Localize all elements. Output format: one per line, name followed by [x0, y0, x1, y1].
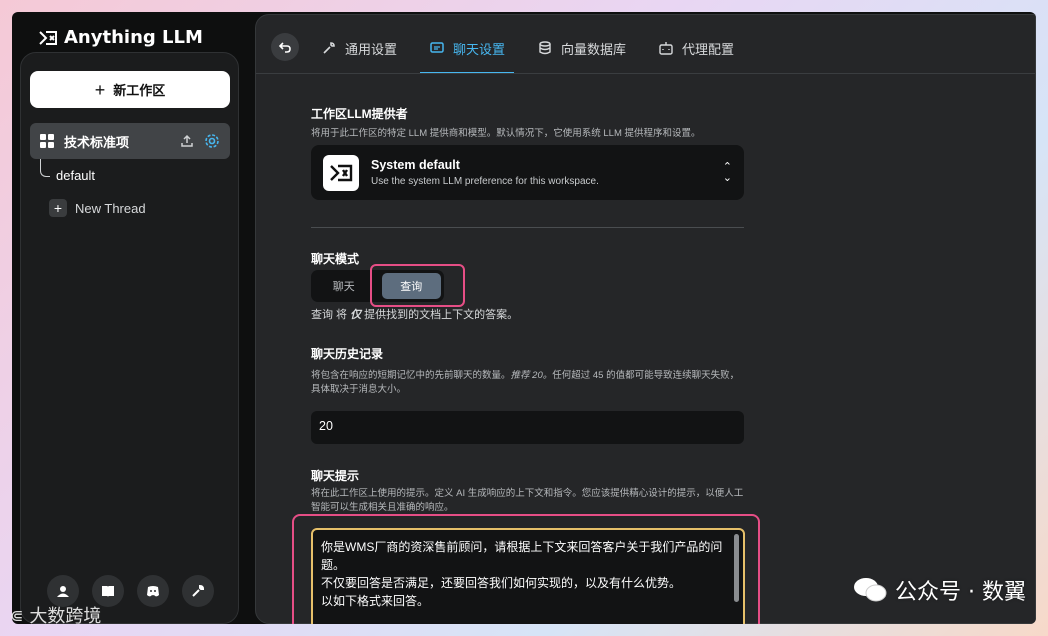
tabs-divider: [256, 73, 1035, 74]
thread-connector: [40, 159, 50, 177]
tab-vector-db[interactable]: 向量数据库: [528, 33, 635, 63]
wechat-icon: [854, 578, 887, 602]
discord-icon[interactable]: [137, 575, 169, 607]
tab-agent-label: 代理配置: [682, 41, 735, 57]
provider-desc: 将用于此工作区的特定 LLM 提供商和模型。默认情况下，它使用系统 LLM 提供…: [311, 128, 701, 139]
history-desc-1: 将包含在响应的短期记忆中的先前聊天的数量。: [311, 370, 511, 381]
anythingllm-logo-icon: [39, 30, 57, 45]
new-workspace-button[interactable]: + 新工作区: [30, 71, 230, 108]
chat-icon: [430, 42, 444, 53]
corner-watermark: ⋐ 大数跨境: [10, 602, 101, 628]
provider-select[interactable]: System default Use the system LLM prefer…: [311, 145, 744, 200]
watermark-left-text: 大数跨境: [29, 606, 102, 627]
provider-name: System default: [371, 158, 460, 172]
thread-item-default[interactable]: default: [56, 168, 95, 183]
wrench-icon[interactable]: [182, 575, 214, 607]
new-workspace-label: 新工作区: [113, 83, 166, 98]
section-divider: [311, 227, 744, 228]
sidebar: + 新工作区 技术标准项 default + New Thread: [20, 52, 239, 624]
provider-title: 工作区LLM提供者: [311, 107, 408, 121]
highlight-box: [370, 264, 465, 307]
plus-icon: +: [94, 79, 106, 100]
settings-panel: 通用设置 聊天设置 向量数据库 代理配置 工作区LLM提供者 将用于此工作区的特…: [255, 14, 1036, 624]
history-count-input[interactable]: 20: [311, 411, 744, 444]
back-button[interactable]: [271, 33, 299, 61]
workspace-item[interactable]: 技术标准项: [30, 123, 230, 159]
app-window: Anything LLM + 新工作区 技术标准项 default + New …: [12, 12, 1036, 624]
brand-name: Anything LLM: [64, 27, 203, 48]
tab-chat[interactable]: 聊天设置: [420, 33, 515, 74]
robot-icon: [659, 42, 673, 55]
chat-mode-note: 查询 将 仅 提供找到的文档上下文的答案。: [311, 308, 518, 322]
upload-icon[interactable]: [180, 134, 194, 148]
chevron-up-down-icon: ⌃ ⌄: [722, 160, 732, 184]
tab-general[interactable]: 通用设置: [312, 33, 406, 63]
chat-mode-note-em: 仅: [350, 309, 362, 321]
tab-chat-label: 聊天设置: [453, 41, 506, 57]
plus-icon: +: [49, 199, 67, 217]
workspace-name: 技术标准项: [64, 134, 130, 150]
prompt-title: 聊天提示: [311, 469, 360, 483]
anythingllm-logo-icon: [323, 154, 359, 191]
brand-logo: Anything LLM: [38, 27, 203, 48]
watermark-text: 公众号 · 数翼: [895, 580, 1026, 605]
history-desc-em: 推荐 20。: [510, 370, 553, 381]
gear-icon[interactable]: [204, 133, 220, 149]
tab-vector-db-label: 向量数据库: [561, 41, 627, 57]
history-title: 聊天历史记录: [311, 347, 384, 361]
new-thread-button[interactable]: + New Thread: [49, 199, 146, 217]
settings-tabs: 通用设置 聊天设置 向量数据库 代理配置: [312, 33, 757, 74]
history-desc: 将包含在响应的短期记忆中的先前聊天的数量。推荐 20。任何超过 45 的值都可能…: [311, 369, 744, 397]
provider-sub: Use the system LLM preference for this w…: [371, 176, 599, 187]
tab-general-label: 通用设置: [345, 41, 398, 57]
highlight-box: [292, 514, 760, 624]
tab-agent[interactable]: 代理配置: [649, 33, 743, 63]
mode-chat-button[interactable]: 聊天: [314, 273, 374, 299]
chat-mode-title: 聊天模式: [311, 252, 360, 266]
chat-mode-note-prefix: 查询 将: [311, 309, 351, 321]
watermark-logo-icon: ⋐: [10, 605, 24, 625]
wechat-watermark: 公众号 · 数翼: [853, 574, 1026, 606]
chat-mode-note-suffix: 提供找到的文档上下文的答案。: [361, 309, 519, 321]
database-icon: [539, 41, 551, 55]
wrench-icon: [323, 42, 335, 54]
workspace-grid-icon: [40, 134, 54, 148]
back-arrow-icon: [278, 42, 291, 53]
prompt-desc: 将在此工作区上使用的提示。定义 AI 生成响应的上下文和指令。您应该提供精心设计…: [311, 488, 744, 513]
new-thread-label: New Thread: [75, 200, 146, 216]
